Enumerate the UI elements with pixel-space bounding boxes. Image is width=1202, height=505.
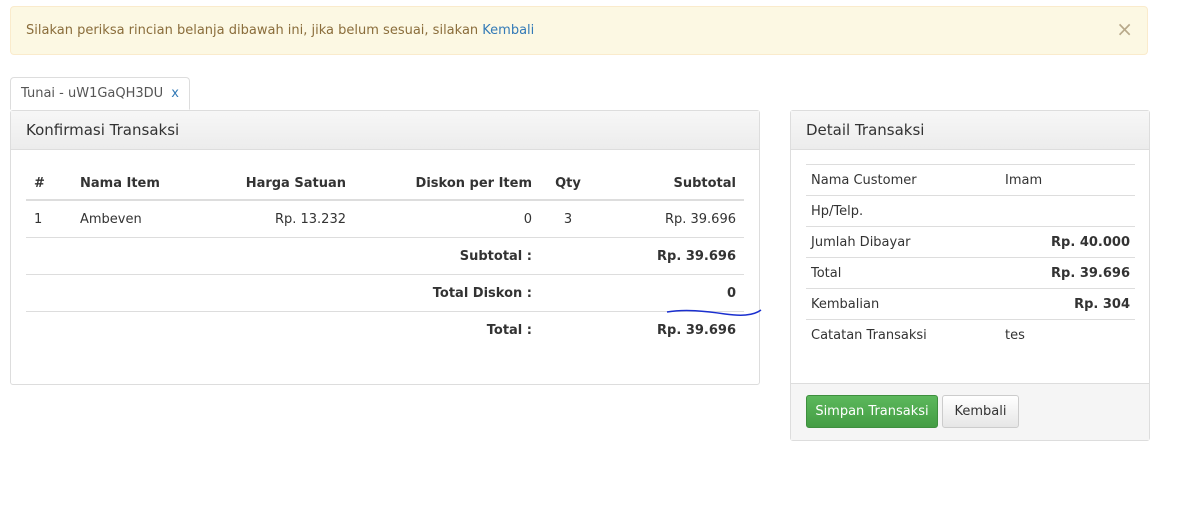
summary-discount-row: Total Diskon : 0: [26, 274, 744, 312]
col-unit-price: Harga Satuan: [208, 167, 354, 201]
row-unit-price: Rp. 13.232: [274, 211, 346, 227]
summary-total-label: Total :: [26, 311, 540, 348]
detail-row-change: Kembalian Rp. 304: [806, 288, 1135, 320]
detail-value: [1000, 195, 1135, 227]
summary-subtotal-label: Subtotal :: [26, 237, 540, 275]
detail-row-customer: Nama Customer Imam: [806, 164, 1135, 196]
detail-panel-title: Detail Transaksi: [791, 111, 1149, 150]
row-discount: 0: [523, 211, 532, 227]
col-item-name: Nama Item: [72, 167, 208, 201]
tab-transaction[interactable]: Tunai - uW1GaQH3DU x: [10, 77, 190, 110]
detail-value: Imam: [1000, 164, 1135, 196]
detail-label: Kembalian: [806, 288, 1000, 320]
summary-subtotal-row: Subtotal : Rp. 39.696: [26, 237, 744, 275]
items-table: # Nama Item Harga Satuan Diskon per Item…: [26, 167, 744, 348]
alert-message: Silakan periksa rincian belanja dibawah …: [26, 23, 483, 38]
col-discount: Diskon per Item: [354, 167, 540, 201]
pen-scribble-annotation: [666, 309, 762, 316]
detail-row-total: Total Rp. 39.696: [806, 257, 1135, 289]
detail-row-notes: Catatan Transaksi tes: [806, 319, 1135, 350]
row-number: 1: [34, 211, 43, 227]
detail-label: Nama Customer: [806, 164, 1000, 196]
col-qty: Qty: [540, 167, 596, 201]
alert-banner: Silakan periksa rincian belanja dibawah …: [10, 6, 1148, 55]
detail-label: Hp/Telp.: [806, 195, 1000, 227]
row-qty: 3: [563, 211, 573, 227]
panel-title: Konfirmasi Transaksi: [11, 111, 759, 150]
summary-discount-label: Total Diskon :: [26, 274, 540, 312]
detail-label: Jumlah Dibayar: [806, 226, 1000, 258]
transaction-detail-panel: Detail Transaksi Nama Customer Imam Hp/T…: [790, 110, 1150, 441]
detail-table: Nama Customer Imam Hp/Telp. Jumlah Dibay…: [806, 164, 1135, 350]
summary-subtotal-value: Rp. 39.696: [540, 237, 744, 275]
close-icon[interactable]: ×: [1116, 19, 1133, 39]
detail-value: Rp. 40.000: [1000, 226, 1135, 258]
detail-value: Rp. 39.696: [1000, 257, 1135, 289]
detail-label: Total: [806, 257, 1000, 289]
tab-close-icon[interactable]: x: [171, 86, 179, 101]
transaction-confirmation-panel: Konfirmasi Transaksi # Nama Item Harga S…: [10, 110, 760, 385]
detail-value: tes: [1000, 319, 1135, 350]
col-subtotal: Subtotal: [596, 167, 744, 201]
alert-text: Silakan periksa rincian belanja dibawah …: [26, 23, 534, 38]
row-item-name: Ambeven: [80, 211, 142, 227]
table-row: 1 Ambeven Rp. 13.232 0 3 Rp. 39.696: [26, 200, 744, 238]
back-button[interactable]: Kembali: [942, 395, 1019, 428]
summary-total-row: Total : Rp. 39.696: [26, 311, 744, 348]
row-subtotal: Rp. 39.696: [664, 211, 736, 227]
detail-value: Rp. 304: [1000, 288, 1135, 320]
detail-label: Catatan Transaksi: [806, 319, 1000, 350]
detail-panel-footer: Simpan Transaksi Kembali: [791, 383, 1149, 440]
tab-label: Tunai - uW1GaQH3DU: [21, 86, 164, 101]
alert-back-link[interactable]: Kembali: [482, 23, 534, 38]
col-number: #: [26, 167, 72, 201]
detail-row-paid: Jumlah Dibayar Rp. 40.000: [806, 226, 1135, 258]
save-transaction-button[interactable]: Simpan Transaksi: [806, 395, 938, 428]
table-header-row: # Nama Item Harga Satuan Diskon per Item…: [26, 167, 744, 201]
detail-row-phone: Hp/Telp.: [806, 195, 1135, 227]
